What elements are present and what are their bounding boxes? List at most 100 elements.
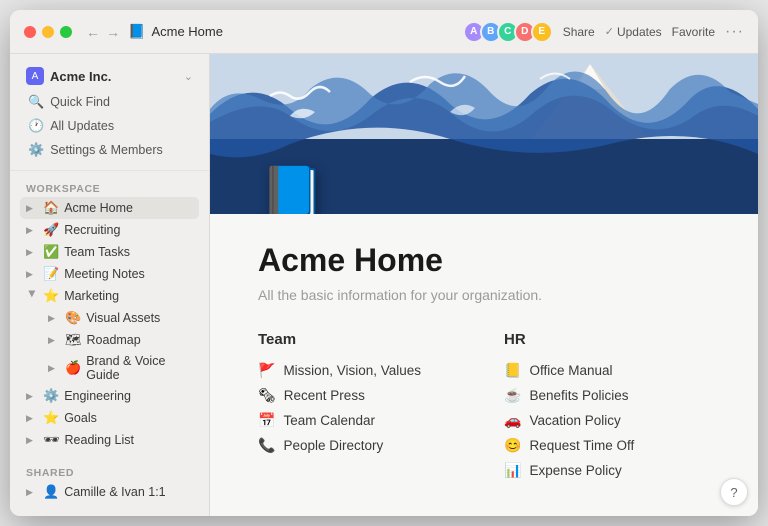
link-team-calendar[interactable]: 📅 Team Calendar [258,408,464,433]
minimize-button[interactable] [42,26,54,38]
page-area: 📘 Acme Home All the basic information fo… [210,54,758,516]
sidebar-item-reading-list[interactable]: ▶ 🕶 Reading List [20,429,199,451]
sidebar-item-roadmap[interactable]: ▶ 🗺 Roadmap [20,329,199,351]
link-benefits-policies[interactable]: ☕ Benefits Policies [504,383,710,408]
sidebar-item-label: Acme Home [64,201,133,215]
traffic-lights [24,26,72,38]
workspace-name[interactable]: A Acme Inc. ⌄ [20,62,199,90]
link-label: Expense Policy [529,463,621,478]
sidebar-item-label: Goals [64,411,97,425]
hr-column: HR 📒 Office Manual ☕ Benefits Policies 🚗… [504,331,710,483]
phone-icon: 📞 [258,437,275,454]
chevron-right-icon: ▶ [26,413,38,424]
link-vacation-policy[interactable]: 🚗 Vacation Policy [504,408,710,433]
page-breadcrumb-title: Acme Home [151,24,223,39]
sidebar: A Acme Inc. ⌄ 🔍 Quick Find 🕐 All Updates… [10,54,210,516]
team-column: Team 🚩 Mission, Vision, Values 🗞 Recent … [258,331,464,483]
chevron-right-icon: ▶ [48,363,60,374]
forward-button[interactable]: → [106,24,120,40]
more-options-button[interactable]: ··· [725,23,744,41]
page-cover: 📘 [210,54,758,214]
link-expense-policy[interactable]: 📊 Expense Policy [504,458,710,483]
link-label: Office Manual [529,363,612,378]
sidebar-item-label: Marketing [64,289,119,303]
sidebar-item-goals[interactable]: ▶ ⭐ Goals [20,407,199,429]
sidebar-item-visual-assets[interactable]: ▶ 🎨 Visual Assets [20,307,199,329]
sidebar-item-engineering[interactable]: ▶ ⚙️ Engineering [20,385,199,407]
nav-arrows: ← → [86,24,120,40]
workspace-section: WORKSPACE ▶ 🏠 Acme Home ▶ 🚀 Recruiting ▶… [10,171,209,455]
car-icon: 🚗 [504,412,521,429]
newspaper-icon: 🗞 [258,387,276,404]
gear-icon: ⚙️ [28,142,44,158]
link-label: Recent Press [284,388,365,403]
team-column-title: Team [258,331,464,348]
link-label: Mission, Vision, Values [283,363,421,378]
breadcrumb: 📘 Acme Home [128,23,468,40]
chevron-right-icon: ▶ [26,391,38,402]
sidebar-item-camille-ivan[interactable]: ▶ 👤 Camille & Ivan 1:1 [20,481,199,503]
link-request-time-off[interactable]: 😊 Request Time Off [504,433,710,458]
chevron-right-icon: ▶ [26,435,38,446]
workspace-section-label: WORKSPACE [20,183,199,195]
fullscreen-button[interactable] [60,26,72,38]
search-icon: 🔍 [28,94,44,110]
sidebar-item-marketing[interactable]: ▶ ⭐ Marketing [20,285,199,307]
workspace-icon: A [26,67,44,85]
titlebar: ← → 📘 Acme Home A B C D E Share ✓ Update… [10,10,758,54]
sidebar-item-meeting-notes[interactable]: ▶ 📝 Meeting Notes [20,263,199,285]
all-updates-button[interactable]: 🕐 All Updates [20,114,199,138]
link-recent-press[interactable]: 🗞 Recent Press [258,383,464,408]
quick-find-button[interactable]: 🔍 Quick Find [20,90,199,114]
share-button[interactable]: Share [563,25,595,39]
sidebar-item-label: Roadmap [87,333,141,347]
updates-button[interactable]: ✓ Updates [605,25,662,39]
workspace-dropdown-icon: ⌄ [184,70,193,83]
flag-icon: 🚩 [258,362,275,379]
page-body: Acme Home All the basic information for … [210,214,758,516]
link-office-manual[interactable]: 📒 Office Manual [504,358,710,383]
shared-section-label: SHARED [20,467,199,479]
sidebar-item-label: Camille & Ivan 1:1 [64,485,165,499]
sidebar-item-label: Visual Assets [86,311,160,325]
sidebar-top: A Acme Inc. ⌄ 🔍 Quick Find 🕐 All Updates… [10,54,209,171]
cover-book-icon: 📘 [260,163,325,214]
chevron-right-icon: ▶ [26,203,38,214]
back-button[interactable]: ← [86,24,100,40]
sidebar-item-label: Reading List [65,433,135,447]
page-title: Acme Home [258,242,710,279]
shared-section: SHARED ▶ 👤 Camille & Ivan 1:1 [10,455,209,507]
chevron-right-icon: ▶ [48,335,60,346]
sidebar-item-label: Team Tasks [64,245,130,259]
sidebar-item-acme-home[interactable]: ▶ 🏠 Acme Home [20,197,199,219]
sidebar-item-label: Brand & Voice Guide [86,354,193,382]
main-content: A Acme Inc. ⌄ 🔍 Quick Find 🕐 All Updates… [10,54,758,516]
link-mission[interactable]: 🚩 Mission, Vision, Values [258,358,464,383]
page-subtitle: All the basic information for your organ… [258,287,710,303]
collaborator-avatars: A B C D E [468,21,553,43]
chevron-right-icon: ▶ [26,487,38,498]
sidebar-item-team-tasks[interactable]: ▶ ✅ Team Tasks [20,241,199,263]
chevron-right-icon: ▶ [48,313,60,324]
link-people-directory[interactable]: 📞 People Directory [258,433,464,458]
link-label: Request Time Off [529,438,634,453]
sidebar-item-label: Recruiting [64,223,120,237]
notebook-icon: 📒 [504,362,521,379]
page-icon: 📘 [128,23,145,40]
sidebar-item-label: Meeting Notes [64,267,145,281]
close-button[interactable] [24,26,36,38]
sidebar-item-label: Engineering [64,389,131,403]
help-button[interactable]: ? [720,478,748,506]
favorite-button[interactable]: Favorite [672,25,715,39]
settings-button[interactable]: ⚙️ Settings & Members [20,138,199,162]
chevron-right-icon: ▶ [26,225,38,236]
link-label: Vacation Policy [529,413,620,428]
private-section: PRIVATE ▶ 🚀 My Tasks ▶ 📋 Scratch Pad [10,507,209,516]
chart-icon: 📊 [504,462,521,479]
chevron-down-icon: ▶ [27,290,38,302]
link-label: People Directory [283,438,383,453]
link-label: Team Calendar [283,413,375,428]
link-label: Benefits Policies [529,388,628,403]
sidebar-item-recruiting[interactable]: ▶ 🚀 Recruiting [20,219,199,241]
sidebar-item-brand-guide[interactable]: ▶ 🍎 Brand & Voice Guide [20,351,199,385]
